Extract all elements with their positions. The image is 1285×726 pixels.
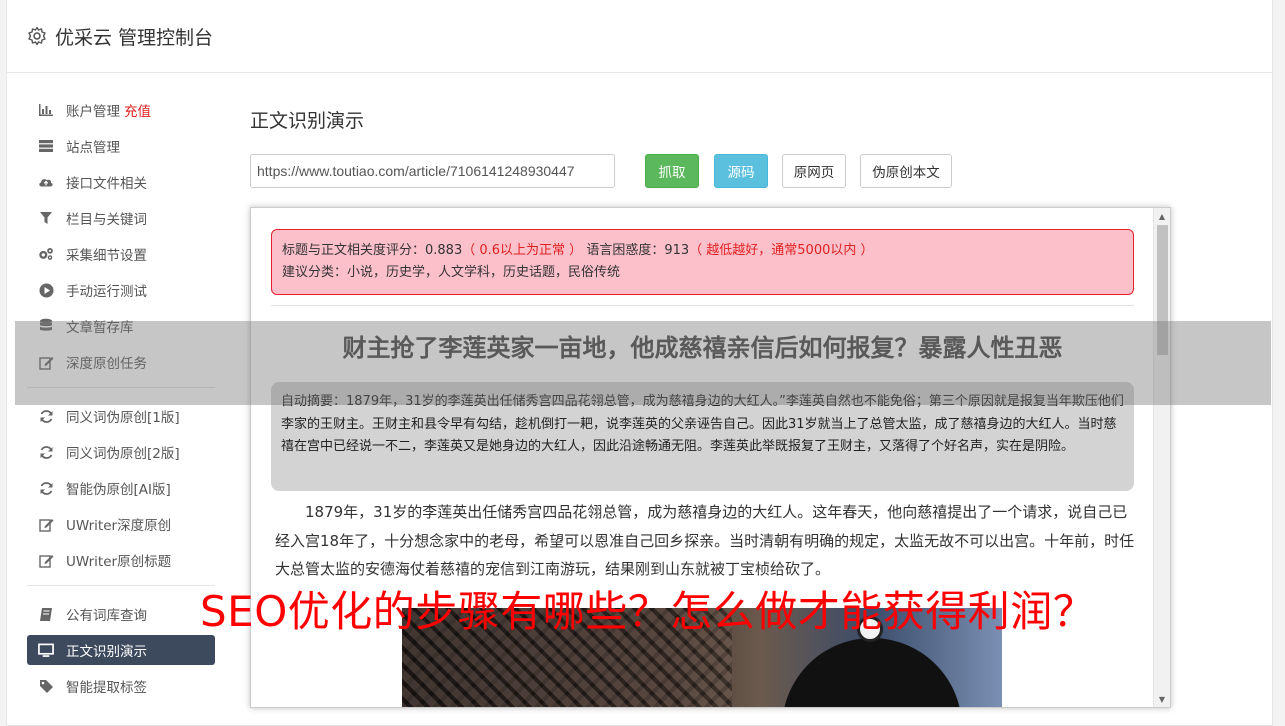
sidebar-item-label: 智能伪原创[AI版] — [66, 482, 171, 498]
divider — [271, 305, 1134, 306]
sidebar-item-label: UWriter深度原创 — [66, 518, 172, 534]
sidebar-item-public-lexicon[interactable]: 公有词库查询 — [27, 599, 215, 629]
edit-icon — [38, 354, 54, 370]
sidebar-item-text-recognition[interactable]: 正文识别演示 — [27, 635, 215, 665]
article-title: 财主抢了李莲英家一亩地，他成慈禧亲信后如何报复？暴露人性丑恶 — [342, 334, 1063, 362]
score-panel: 标题与正文相关度评分：0.883（ 0.6以上为正常 ） 语言困惑度：913（ … — [271, 229, 1134, 295]
sidebar-item-label: 同义词伪原创[1版] — [66, 410, 180, 426]
app-title: 优采云 管理控制台 — [55, 26, 214, 49]
cloud-upload-icon — [38, 174, 54, 190]
sidebar-item-label: UWriter原创标题 — [66, 554, 172, 570]
sidebar-item-columns-keywords[interactable]: 栏目与关键词 — [27, 203, 215, 233]
perplexity-note: （ 越低越好，通常5000以内 ） — [689, 243, 874, 258]
sidebar-item-label: 深度原创任务 — [66, 356, 147, 372]
sidebar-divider — [27, 387, 215, 388]
sidebar-item-deep-original-task[interactable]: 深度原创任务 — [27, 347, 215, 377]
tag-icon — [38, 678, 54, 694]
sidebar-item-manual-run[interactable]: 手动运行测试 — [27, 275, 215, 305]
page-title: 正文识别演示 — [250, 110, 365, 132]
scroll-thumb[interactable] — [1157, 225, 1168, 355]
server-icon — [38, 138, 54, 154]
recharge-link[interactable]: 充值 — [124, 100, 151, 120]
refresh-icon — [38, 408, 54, 424]
scroll-up-arrow-icon[interactable]: ▲ — [1154, 208, 1170, 224]
category-suggestion: 建议分类：小说，历史学，人文学科，历史话题，民俗传统 — [282, 265, 621, 280]
sidebar-item-article-storage[interactable]: 文章暂存库 — [27, 311, 215, 341]
article-body: 1879年，31岁的李莲英出任储秀宫四品花翎总管，成为慈禧身边的大红人。这年春天… — [275, 503, 1135, 578]
play-icon — [38, 282, 54, 298]
watermark-text: SEO优化的步骤有哪些？怎么做才能获得利润？ — [200, 587, 1096, 636]
top-bar: 优采云 管理控制台 — [7, 0, 1272, 73]
sidebar-item-label: 站点管理 — [66, 140, 120, 156]
book-icon — [38, 606, 54, 622]
gear-icon — [28, 26, 46, 46]
fetch-button[interactable]: 抓取 — [645, 154, 699, 188]
sidebar-item-label: 同义词伪原创[2版] — [66, 446, 180, 462]
sidebar-item-synonym-v2[interactable]: 同义词伪原创[2版] — [27, 437, 215, 467]
auto-summary: 自动摘要：1879年，31岁的李莲英出任储秀宫四品花翎总管，成为慈禧身边的大红人… — [271, 382, 1134, 491]
sidebar-item-synonym-v1[interactable]: 同义词伪原创[1版] — [27, 401, 215, 431]
perplexity-score: 语言困惑度：913 — [586, 243, 690, 258]
sidebar-item-label: 手动运行测试 — [66, 284, 147, 300]
refresh-icon — [38, 480, 54, 496]
sidebar-divider — [27, 585, 215, 586]
sidebar-item-label: 接口文件相关 — [66, 176, 147, 192]
rewrite-article-button[interactable]: 伪原创本文 — [860, 154, 952, 188]
sidebar-item-ai-rewrite[interactable]: 智能伪原创[AI版] — [27, 473, 215, 503]
sidebar-item-sites[interactable]: 站点管理 — [27, 131, 215, 161]
source-button[interactable]: 源码 — [714, 154, 768, 188]
sidebar-item-label: 文章暂存库 — [66, 320, 134, 336]
sidebar-item-label: 公有词库查询 — [66, 608, 147, 624]
sidebar: 账户管理 充值 站点管理 接口文件相关 栏目与关键词 采集细节设置 手动运行测试… — [27, 95, 215, 707]
sidebar-item-label: 采集细节设置 — [66, 248, 147, 264]
filter-icon — [38, 210, 54, 226]
sidebar-item-extract-tags[interactable]: 智能提取标签 — [27, 671, 215, 701]
scrollbar[interactable]: ▲ ▼ — [1153, 208, 1170, 707]
official-hat-shape — [782, 638, 962, 707]
url-input[interactable] — [250, 154, 615, 188]
sidebar-item-collect-settings[interactable]: 采集细节设置 — [27, 239, 215, 269]
sidebar-item-uwriter-deep[interactable]: UWriter深度原创 — [27, 509, 215, 539]
edit-icon — [38, 552, 54, 568]
database-icon — [38, 318, 54, 334]
sidebar-item-label: 正文识别演示 — [66, 644, 147, 660]
sidebar-item-label: 栏目与关键词 — [66, 212, 147, 228]
sidebar-item-uwriter-title[interactable]: UWriter原创标题 — [27, 545, 215, 575]
edit-icon — [38, 516, 54, 532]
gears-icon — [38, 246, 54, 262]
monitor-icon — [38, 642, 54, 658]
bar-chart-icon — [38, 102, 54, 118]
sidebar-item-label: 账户管理 — [66, 104, 120, 120]
sidebar-item-interface-files[interactable]: 接口文件相关 — [27, 167, 215, 197]
relevance-score: 标题与正文相关度评分：0.883 — [282, 243, 463, 258]
score-line: 标题与正文相关度评分：0.883（ 0.6以上为正常 ） 语言困惑度：913（ … — [282, 240, 1123, 262]
refresh-icon — [38, 444, 54, 460]
sidebar-item-account[interactable]: 账户管理 充值 — [27, 95, 215, 125]
sidebar-item-label: 智能提取标签 — [66, 680, 147, 696]
relevance-note: （ 0.6以上为正常 ） — [462, 243, 583, 258]
scroll-down-arrow-icon[interactable]: ▼ — [1154, 691, 1170, 707]
original-page-button[interactable]: 原网页 — [782, 154, 846, 188]
